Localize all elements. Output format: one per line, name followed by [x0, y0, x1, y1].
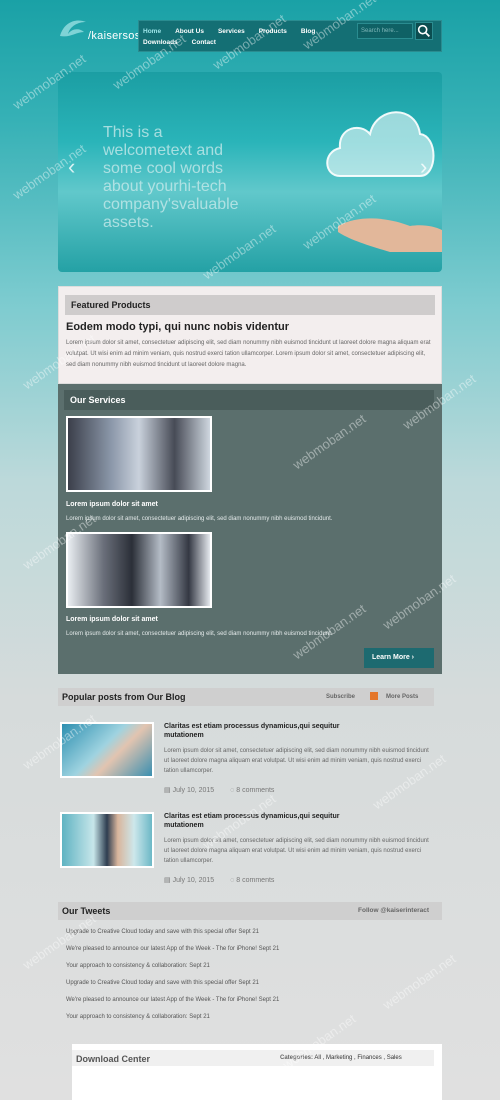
service-text: Lorem ipsum dolor sit amet, consectetuer… — [66, 516, 333, 522]
nav-about[interactable]: About Us — [175, 26, 204, 37]
blog-section: Popular posts from Our Blog Subscribe Mo… — [58, 688, 442, 896]
download-header: Download Center Categories: All , Market… — [72, 1050, 434, 1066]
featured-products: Featured Products Eodem modo typi, qui n… — [58, 286, 442, 384]
service-title[interactable]: Lorem ipsum dolor sit amet — [66, 501, 158, 508]
post-image-businessman[interactable] — [60, 812, 154, 868]
service-image-team[interactable] — [66, 416, 212, 492]
search-icon — [417, 24, 430, 37]
cloud-icon — [326, 111, 435, 177]
download-categories: Categories: All , Marketing , Finances ,… — [280, 1055, 402, 1061]
service-image-meeting[interactable] — [66, 532, 212, 608]
rss-icon[interactable] — [370, 692, 378, 700]
search-input[interactable]: Search here... — [357, 23, 413, 39]
post-title[interactable]: Claritas est etiam processus dynamicus,q… — [164, 812, 374, 830]
post-meta: ▤ July 10, 2015 ◌ 8 comments — [164, 876, 274, 884]
learn-more-button[interactable]: Learn More › — [364, 648, 434, 668]
post-excerpt: Lorem ipsum dolor sit amet, consectetuer… — [164, 748, 429, 774]
featured-heading: Featured Products — [65, 295, 435, 315]
nav-downloads[interactable]: Downloads — [143, 37, 178, 48]
nav-blog[interactable]: Blog — [301, 26, 315, 37]
tweet-item[interactable]: Your approach to consistency & collabora… — [66, 1014, 210, 1020]
post-comments[interactable]: 8 comments — [236, 877, 274, 884]
nav-contact[interactable]: Contact — [192, 37, 216, 48]
slider-caption: This is a welcometext and some cool word… — [103, 124, 239, 231]
service-title[interactable]: Lorem ipsum dolor sit amet — [66, 616, 158, 623]
post-meta: ▤ July 10, 2015 ◌ 8 comments — [164, 786, 274, 794]
tweet-item[interactable]: We're pleased to announce our latest App… — [66, 997, 279, 1003]
nav-products[interactable]: Products — [259, 26, 287, 37]
blog-heading: Popular posts from Our Blog — [62, 692, 186, 702]
hand-image — [338, 218, 442, 252]
our-services: Our Services Lorem ipsum dolor sit amet … — [58, 384, 442, 674]
services-heading: Our Services — [64, 390, 434, 410]
nav-menu: Home About Us Services Products Blog Downloa… — [143, 26, 363, 48]
categories-list[interactable]: All , Marketing , Finances , Sales — [314, 1055, 401, 1061]
logo-wave-icon — [60, 20, 86, 37]
calendar-icon: ▤ — [164, 877, 173, 884]
post-date: July 10, 2015 — [172, 787, 215, 794]
tweet-item[interactable]: Your approach to consistency & collabora… — [66, 963, 210, 969]
tweet-item[interactable]: Upgrade to Creative Cloud today and save… — [66, 980, 259, 986]
featured-title: Eodem modo typi, qui nunc nobis videntur — [66, 321, 290, 333]
post-date: July 10, 2015 — [172, 877, 215, 884]
nav-services[interactable]: Services — [218, 26, 245, 37]
tweet-item[interactable]: Upgrade to Creative Cloud today and save… — [66, 929, 259, 935]
tweets-section: Our Tweets Follow @kaiserinteract Upgrad… — [58, 902, 442, 1032]
service-text: Lorem ipsum dolor sit amet, consectetuer… — [66, 631, 333, 637]
featured-text: Lorem ipsum dolor sit amet, consectetuer… — [66, 340, 431, 368]
follow-link[interactable]: Follow @kaiserinteract — [358, 907, 429, 914]
download-heading: Download Center — [76, 1054, 151, 1064]
download-center: Download Center Categories: All , Market… — [72, 1044, 442, 1100]
post-image-keyboard[interactable] — [60, 722, 154, 778]
main-nav: Home About Us Services Products Blog Downloa… — [138, 20, 442, 52]
post-title[interactable]: Claritas est etiam processus dynamicus,q… — [164, 722, 374, 740]
blog-header: Popular posts from Our Blog Subscribe Mo… — [58, 688, 434, 706]
categories-label: Categories: — [280, 1055, 314, 1061]
post-excerpt: Lorem ipsum dolor sit amet, consectetuer… — [164, 838, 429, 864]
hero-slider: This is a welcometext and some cool word… — [58, 72, 442, 272]
tweets-header: Our Tweets Follow @kaiserinteract — [58, 902, 442, 920]
tweet-item[interactable]: We're pleased to announce our latest App… — [66, 946, 279, 952]
nav-home[interactable]: Home — [143, 26, 161, 37]
calendar-icon: ▤ — [164, 787, 173, 794]
tweets-heading: Our Tweets — [62, 906, 111, 916]
post-comments[interactable]: 8 comments — [236, 787, 274, 794]
slider-prev-arrow[interactable]: ‹ — [68, 154, 75, 180]
subscribe-link[interactable]: Subscribe — [326, 694, 355, 700]
search-button[interactable] — [415, 22, 433, 40]
more-posts-link[interactable]: More Posts — [386, 694, 418, 700]
